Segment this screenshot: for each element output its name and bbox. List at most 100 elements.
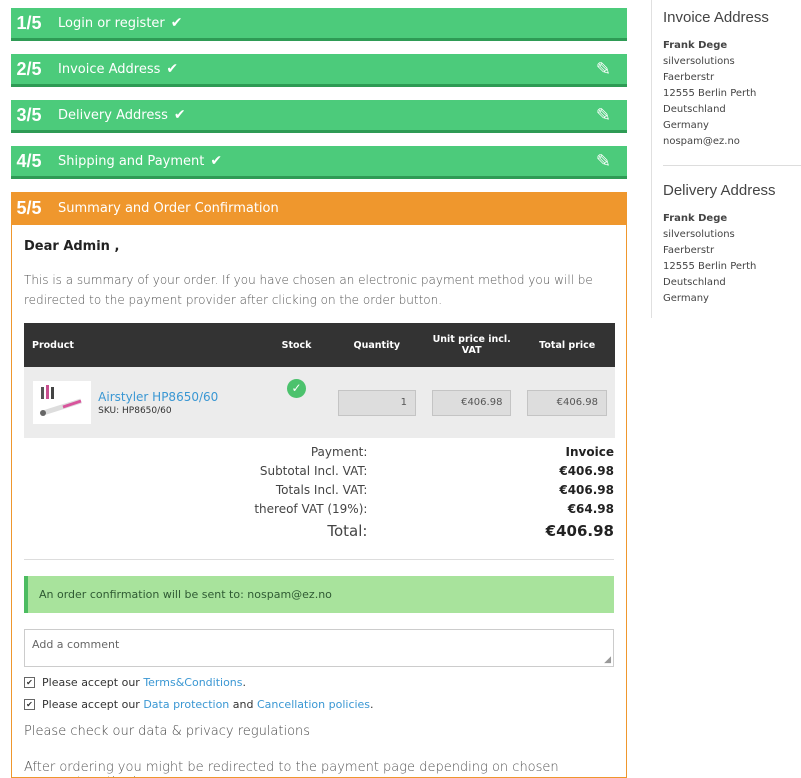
totals-label: Totals Incl. VAT: [275,482,368,497]
summary-panel: Dear Admin , This is a summary of your o… [11,225,627,778]
delivery-line: 12555 Berlin Perth [663,261,757,272]
cart-header-row: Product Stock Quantity Unit price incl. … [24,323,615,367]
invoice-line: Germany [663,120,709,131]
payment-value: Invoice [565,444,614,459]
privacy-checkbox[interactable]: ✔ [24,699,35,710]
step-delivery-address[interactable]: 3/5 Delivery Address ✔ ✎ [11,100,627,133]
step-number: 3/5 [16,104,42,125]
step-title: Invoice Address [58,61,161,77]
greeting: Dear Admin , [24,239,120,254]
total-price-field: €406.98 [527,389,607,416]
pencil-icon[interactable]: ✎ [596,151,611,172]
vat-label: thereof VAT (19%): [254,501,368,516]
invoice-line: silversolutions [663,56,735,67]
check-icon: ✔ [170,15,183,31]
step-number: 1/5 [16,12,42,33]
terms-checkbox[interactable]: ✔ [24,677,35,688]
header-spacer [97,323,264,367]
address-sidebar: Invoice Address Frank Dege silversolutio… [651,0,801,318]
total-label: Total: [327,522,368,540]
header-quantity: Quantity [329,323,424,367]
check-icon: ✔ [166,61,179,77]
subtotal-value: €406.98 [559,463,614,478]
subtotal-label: Subtotal Incl. VAT: [259,463,368,478]
step-login[interactable]: 1/5 Login or register ✔ [11,8,627,41]
payment-label: Payment: [310,444,368,459]
after-order-text: After ordering you might be redirected t… [24,760,559,777]
privacy-suffix: . [370,698,374,711]
product-info-cell: Airstyler HP8650/60 SKU: HP8650/60 [97,367,264,438]
stock-cell: ✓ [263,367,330,438]
checkout-main: 1/5 Login or register ✔ 2/5 Invoice Addr… [11,8,627,778]
totals-value: €406.98 [559,482,614,497]
delivery-line: silversolutions [663,229,735,240]
check-icon: ✔ [173,107,186,123]
delivery-name: Frank Dege [663,213,728,224]
check-icon: ✔ [210,153,223,169]
vat-value: €64.98 [567,501,614,516]
privacy-prefix: Please accept our [42,698,144,711]
quantity-field[interactable]: 1 [337,389,416,416]
invoice-line: Deutschland [663,104,726,115]
pencil-icon[interactable]: ✎ [596,59,611,80]
terms-checkbox-row: ✔ Please accept our Terms&Conditions . [24,676,614,689]
total-price-cell: €406.98 [519,367,615,438]
comment-placeholder: Add a comment [32,638,120,651]
header-total-price: Total price [519,323,615,367]
step-title: Login or register [58,15,165,31]
invoice-line: 12555 Berlin Perth [663,88,757,99]
terms-prefix: Please accept our [42,676,144,689]
in-stock-icon: ✓ [287,379,307,398]
delivery-line: Faerberstr [663,245,715,256]
product-image-cell [24,367,98,438]
divider [24,559,614,560]
quantity-cell: 1 [329,367,424,438]
grand-total-row: Total: €406.98 [24,518,614,544]
delivery-line: Deutschland [663,277,726,288]
step-title: Summary and Order Confirmation [58,201,279,216]
step-summary: 5/5 Summary and Order Confirmation [11,192,627,225]
delivery-line: Germany [663,293,709,304]
unit-price-field: €406.98 [431,389,512,416]
subtotal-row: Subtotal Incl. VAT: €406.98 [24,461,614,480]
resize-handle-icon[interactable]: ◢ [604,655,611,665]
invoice-line: Faerberstr [663,72,715,83]
total-value: €406.98 [545,522,614,540]
header-product: Product [24,323,98,367]
step-number: 5/5 [16,198,42,218]
step-number: 2/5 [16,58,42,79]
pencil-icon[interactable]: ✎ [596,105,611,126]
terms-suffix: . [242,676,247,689]
step-number: 4/5 [16,150,42,171]
product-image[interactable] [33,381,91,424]
step-title: Shipping and Payment [58,153,205,169]
invoice-name: Frank Dege [663,40,728,51]
confirmation-notice: An order confirmation will be sent to: n… [24,576,614,613]
invoice-line: nospam@ez.no [663,136,740,147]
table-row: Airstyler HP8650/60 SKU: HP8650/60 ✓ 1 €… [24,367,615,438]
order-totals: Payment: Invoice Subtotal Incl. VAT: €40… [24,442,614,544]
privacy-checkbox-row: ✔ Please accept our Data protection and … [24,698,614,711]
cancellation-policies-link[interactable]: Cancellation policies [257,698,370,711]
product-sku: SKU: HP8650/60 [98,405,172,416]
privacy-mid: and [229,698,257,711]
step-title: Delivery Address [58,107,168,123]
totals-row: Totals Incl. VAT: €406.98 [24,480,614,499]
cart-table: Product Stock Quantity Unit price incl. … [24,323,615,438]
terms-link[interactable]: Terms&Conditions [143,676,242,689]
step-shipping-payment[interactable]: 4/5 Shipping and Payment ✔ ✎ [11,146,627,179]
invoice-address-title: Invoice Address [663,9,769,26]
summary-intro: This is a summary of your order. If you … [24,273,593,307]
payment-row: Payment: Invoice [24,442,614,461]
divider [663,165,801,166]
step-invoice-address[interactable]: 2/5 Invoice Address ✔ ✎ [11,54,627,87]
header-stock: Stock [263,323,330,367]
vat-row: thereof VAT (19%): €64.98 [24,499,614,518]
data-protection-link[interactable]: Data protection [143,698,229,711]
delivery-address-title: Delivery Address [663,182,776,199]
header-unit-price: Unit price incl. VAT [423,323,520,367]
unit-price-cell: €406.98 [423,367,520,438]
privacy-text: Please check our data & privacy regulati… [24,724,311,739]
comment-textarea[interactable]: Add a comment ◢ [24,629,614,667]
product-link[interactable]: Airstyler HP8650/60 [98,390,262,404]
